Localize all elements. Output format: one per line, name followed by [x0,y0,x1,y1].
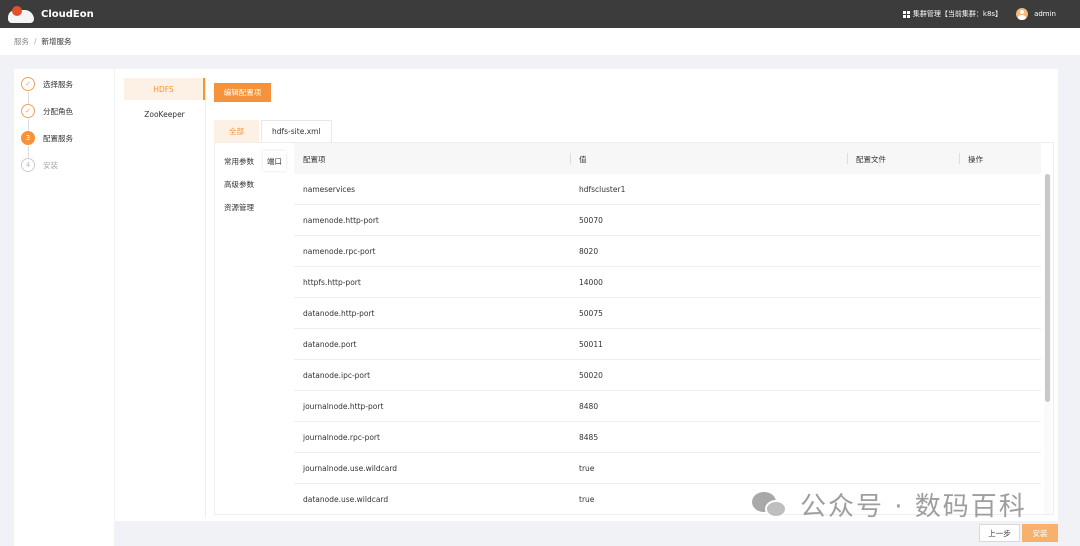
step-connector [28,146,29,158]
table-row: journalnode.use.wildcard true [294,453,1041,484]
config-value: 50020 [579,371,603,380]
table-row: httpfs.http-port 14000 [294,267,1041,298]
config-content: 常用参数 高级参数 资源管理 端口 配置项 值 配置文件 操作 nameserv… [214,142,1054,515]
steps-panel: ✓ 选择服务 ✓ 分配角色 3 配置服务 4 安装 [14,69,114,546]
config-key: journalnode.use.wildcard [303,464,398,473]
step-connector [28,119,29,131]
step-select-service: ✓ 选择服务 [21,77,73,91]
step-number-icon: 4 [21,158,35,172]
table-row: namenode.http-port 50070 [294,205,1041,236]
column-header-key: 配置项 [303,155,326,164]
table-row: journalnode.rpc-port 8485 [294,422,1041,453]
config-key: datanode.port [303,340,357,349]
step-assign-roles: ✓ 分配角色 [21,104,73,118]
param-resource[interactable]: 资源管理 [224,202,254,213]
previous-step-button[interactable]: 上一步 [979,524,1020,542]
install-button[interactable]: 安装 [1022,524,1058,542]
user-name: admin [1034,10,1056,18]
check-icon: ✓ [21,77,35,91]
config-value: true [579,495,595,504]
step-install: 4 安装 [21,158,58,172]
table-row: datanode.ipc-port 50020 [294,360,1041,391]
config-key: datanode.http-port [303,309,375,318]
column-header-actions: 操作 [968,155,983,164]
config-key: datanode.ipc-port [303,371,371,380]
step-number-icon: 3 [21,131,35,145]
step-label: 分配角色 [43,106,73,116]
port-tag[interactable]: 端口 [263,151,286,171]
grid-icon [902,10,910,18]
step-label: 安装 [43,160,58,170]
top-navigation-bar: CloudEon 集群管理【当前集群：k8s】 admin [0,0,1080,28]
avatar-icon [1016,8,1029,20]
config-tabs: 全部 hdfs-site.xml [214,120,334,142]
watermark-text: 公众号 · 数码百科 [800,492,1027,522]
step-connector [28,92,29,104]
table-row: journalnode.http-port 8480 [294,391,1041,422]
watermark: 公众号 · 数码百科 [752,486,1027,523]
param-category-nav: 常用参数 高级参数 资源管理 端口 [215,143,294,514]
main-panel: HDFS ZooKeeper 编辑配置项 全部 hdfs-site.xml 常用… [115,69,1058,521]
config-key: httpfs.http-port [303,278,361,287]
service-item-zookeeper[interactable]: ZooKeeper [124,103,205,125]
config-key: journalnode.rpc-port [303,433,380,442]
table-row: datanode.port 50011 [294,329,1041,360]
table-row: datanode.http-port 50075 [294,298,1041,329]
column-divider [959,153,960,164]
table-row: namenode.rpc-port 8020 [294,236,1041,267]
cluster-label: 集群管理【当前集群：k8s】 [912,10,1003,18]
config-value: hdfscluster1 [579,185,626,194]
config-value: 8485 [579,433,599,442]
column-header-value: 值 [579,155,587,164]
table-header: 配置项 值 配置文件 操作 [294,143,1041,174]
step-label: 配置服务 [43,133,73,143]
config-key: datanode.use.wildcard [303,495,389,504]
table-row: nameservices hdfscluster1 [294,174,1041,205]
param-advanced[interactable]: 高级参数 [224,179,254,190]
config-table: 配置项 值 配置文件 操作 nameservices hdfscluster1 na… [294,143,1053,514]
breadcrumb-separator: / [34,37,37,46]
column-header-file: 配置文件 [856,155,886,164]
breadcrumb: 服务 / 新增服务 [0,28,1080,55]
config-value: true [579,464,595,473]
check-icon: ✓ [21,104,35,118]
breadcrumb-current: 新增服务 [41,37,72,46]
step-label: 选择服务 [43,79,73,89]
step-configure-service: 3 配置服务 [21,131,73,145]
config-value: 50070 [579,216,603,225]
cluster-management-link[interactable]: 集群管理【当前集群：k8s】 [902,9,1003,19]
brand-name: CloudEon [41,8,94,20]
breadcrumb-parent[interactable]: 服务 [14,36,29,47]
param-common[interactable]: 常用参数 [224,156,254,167]
config-value: 50011 [579,340,603,349]
tab-all[interactable]: 全部 [214,120,259,142]
config-value: 8480 [579,402,599,411]
user-menu[interactable]: admin [1016,8,1056,20]
column-divider [847,153,848,164]
service-item-hdfs[interactable]: HDFS [124,78,205,100]
tab-hdfs-site-xml[interactable]: hdfs-site.xml [261,120,332,142]
service-list: HDFS ZooKeeper [124,78,206,518]
config-value: 50075 [579,309,603,318]
cloudeon-logo-icon [8,5,34,23]
config-key: namenode.http-port [303,216,379,225]
config-value: 14000 [579,278,603,287]
config-value: 8020 [579,247,599,256]
scrollbar-thumb[interactable] [1045,174,1050,402]
column-divider [570,153,571,164]
brand-logo[interactable]: CloudEon [8,5,94,23]
config-key: nameservices [303,185,356,194]
edit-config-button[interactable]: 编辑配置项 [214,83,271,102]
config-key: journalnode.http-port [303,402,384,411]
config-key: namenode.rpc-port [303,247,376,256]
wechat-icon [752,490,790,520]
